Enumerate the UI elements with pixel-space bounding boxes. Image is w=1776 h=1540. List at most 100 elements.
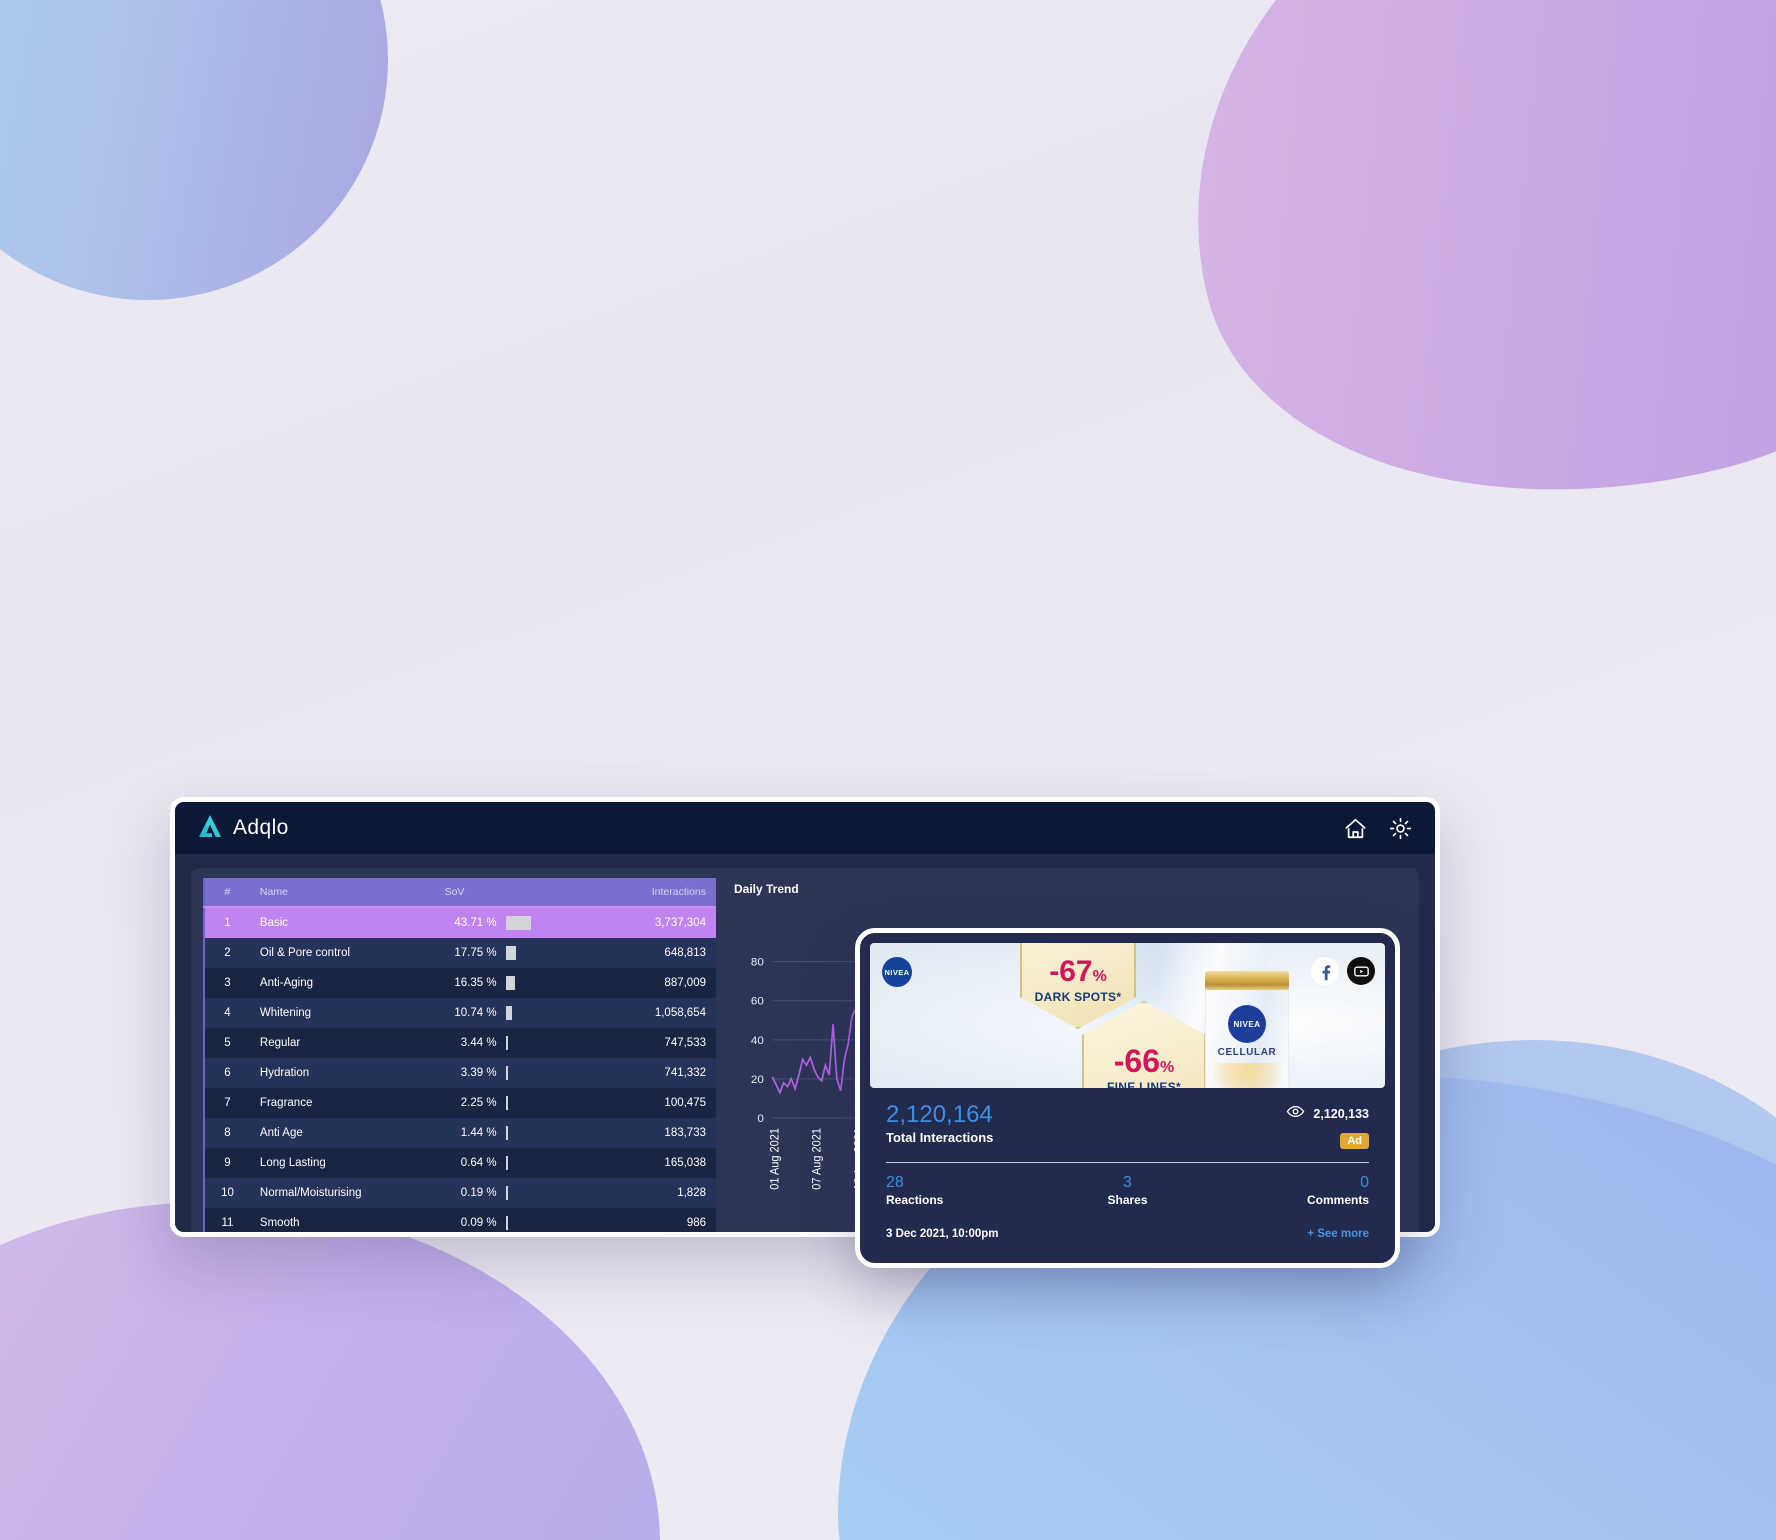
chart-title: Daily Trend (734, 882, 799, 896)
post-timestamp: 3 Dec 2021, 10:00pm (886, 1227, 999, 1240)
metric-reactions: 28 Reactions (886, 1174, 1047, 1207)
cell-interactions: 747,533 (664, 1037, 706, 1049)
ad-creative-image[interactable]: NIVEA -67% DARK SPOTS* -66% FINE LINES* … (870, 943, 1385, 1088)
table-row[interactable]: 11 Smooth 0.09 % 986 (204, 1208, 716, 1232)
cell-name: Anti-Aging (259, 977, 313, 989)
table-row[interactable]: 9 Long Lasting 0.64 % 165,038 (204, 1148, 716, 1178)
table-row[interactable]: 8 Anti Age 1.44 % 183,733 (204, 1118, 716, 1148)
table-row[interactable]: 4 Whitening 10.74 % 1,058,654 (204, 998, 716, 1028)
titlebar-actions (1343, 816, 1413, 841)
cell-sov: 2.25 % (435, 1088, 595, 1118)
column-header-sov[interactable]: SoV (434, 878, 595, 908)
cell-name: Smooth (259, 1217, 300, 1229)
table-row[interactable]: 1 Basic 43.71 % 3,737,304 (204, 907, 716, 938)
ad-platform-icons (1311, 957, 1375, 985)
cell-interactions: 887,009 (664, 977, 706, 989)
sov-percent: 0.09 % (460, 1217, 497, 1229)
cell-rank: 1 (224, 917, 231, 929)
home-icon[interactable] (1343, 816, 1368, 841)
cell-rank: 2 (224, 947, 231, 959)
metric-comments-label: Comments (1306, 1192, 1369, 1207)
divider (886, 1162, 1369, 1163)
sov-bar (505, 1126, 508, 1140)
table-row[interactable]: 2 Oil & Pore control 17.75 % 648,813 (204, 938, 716, 968)
sov-bar (505, 1216, 508, 1230)
cell-interactions: 3,737,304 (654, 917, 706, 929)
cell-sov: 3.44 % (435, 1028, 595, 1058)
sov-bar (505, 1036, 508, 1050)
column-header-interactions[interactable]: Interactions (594, 878, 716, 908)
post-stats-block: 2,120,164 Total Interactions 2,120,133 A… (870, 1088, 1385, 1240)
svg-text:01 Aug 2021: 01 Aug 2021 (769, 1128, 781, 1190)
cell-interactions: 986 (686, 1217, 706, 1229)
adqlo-a-logo-icon (197, 813, 223, 844)
cell-interactions: 741,332 (664, 1067, 706, 1079)
cell-interactions: 648,813 (664, 947, 706, 959)
total-interactions-value: 2,120,164 (886, 1101, 993, 1128)
metric-comments: 0 Comments (1208, 1174, 1369, 1207)
metric-reactions-value: 28 (886, 1174, 904, 1191)
sov-bar (505, 916, 531, 930)
metric-shares: 3 Shares (1047, 1174, 1208, 1207)
sov-percent: 10.74 % (454, 1007, 497, 1019)
table-row[interactable]: 3 Anti-Aging 16.35 % 887,009 (204, 968, 716, 998)
app-titlebar: Adqlo (175, 802, 1435, 854)
status-badge-ad: Ad (1340, 1133, 1369, 1149)
sov-bar (505, 1096, 508, 1110)
column-header-name[interactable]: Name (249, 878, 435, 908)
table-row[interactable]: 7 Fragrance 2.25 % 100,475 (204, 1088, 716, 1118)
sov-percent: 16.35 % (454, 977, 497, 989)
app-title: Adqlo (233, 816, 289, 839)
cell-rank: 5 (224, 1037, 231, 1049)
views-count: 2,120,133 (1313, 1107, 1369, 1121)
sov-percent: 43.71 % (454, 917, 497, 929)
table-row[interactable]: 6 Hydration 3.39 % 741,332 (204, 1058, 716, 1088)
column-header-rank[interactable]: # (204, 878, 250, 908)
eye-icon (1286, 1102, 1305, 1126)
post-footer: 3 Dec 2021, 10:00pm + See more (886, 1228, 1369, 1240)
cell-interactions: 1,828 (677, 1187, 706, 1199)
decorative-blob-bottom-left (0, 1202, 660, 1540)
brand: Adqlo (197, 813, 289, 844)
cell-interactions: 100,475 (664, 1097, 706, 1109)
ad-badge-dark-spots-pct: -67% (1049, 954, 1107, 988)
table-row[interactable]: 10 Normal/Moisturising 0.19 % 1,828 (204, 1178, 716, 1208)
engagement-metrics-row: 28 Reactions 3 Shares 0 Comments (886, 1174, 1369, 1207)
sov-percent: 0.64 % (460, 1157, 497, 1169)
cell-name: Anti Age (259, 1127, 303, 1139)
bottle-glow (1213, 1063, 1281, 1088)
sov-percent: 17.75 % (454, 947, 497, 959)
cell-sov: 0.09 % (435, 1208, 595, 1232)
cell-name: Fragrance (259, 1097, 313, 1109)
sov-percent: 1.44 % (460, 1127, 497, 1139)
cell-name: Long Lasting (259, 1157, 326, 1169)
advertiser-avatar: NIVEA (882, 957, 912, 987)
product-bottle-image: NIVEA CELLULAR (1205, 943, 1289, 1088)
table-header: # Name SoV Interactions (204, 878, 716, 908)
gear-icon[interactable] (1388, 816, 1413, 841)
cell-rank: 6 (224, 1067, 231, 1079)
video-play-icon[interactable] (1347, 957, 1375, 985)
facebook-icon[interactable] (1311, 957, 1339, 985)
cell-sov: 10.74 % (435, 998, 595, 1028)
cell-name: Whitening (259, 1007, 312, 1019)
sov-percent: 3.44 % (460, 1037, 497, 1049)
cell-rank: 8 (224, 1127, 231, 1139)
sov-bar (505, 1066, 508, 1080)
sov-bar (505, 1186, 508, 1200)
svg-text:07 Aug 2021: 07 Aug 2021 (811, 1128, 823, 1190)
cell-rank: 11 (221, 1217, 234, 1229)
cell-sov: 0.19 % (435, 1178, 595, 1208)
metric-shares-value: 3 (1123, 1174, 1132, 1191)
see-more-link[interactable]: + See more (1307, 1228, 1369, 1240)
cell-rank: 7 (224, 1097, 231, 1109)
cell-sov: 43.71 % (435, 907, 595, 938)
sov-percent: 0.19 % (460, 1187, 497, 1199)
cell-interactions: 183,733 (664, 1127, 706, 1139)
page-background: Adqlo # Name SoV Interactions 1 Basic 43… (0, 0, 1776, 1540)
cell-name: Basic (259, 917, 289, 929)
chart-y-axis-ticks: 0 20 40 60 80 (751, 957, 764, 1125)
table-row[interactable]: 5 Regular 3.44 % 747,533 (204, 1028, 716, 1058)
cell-name: Hydration (259, 1067, 310, 1079)
svg-text:80: 80 (751, 957, 764, 969)
